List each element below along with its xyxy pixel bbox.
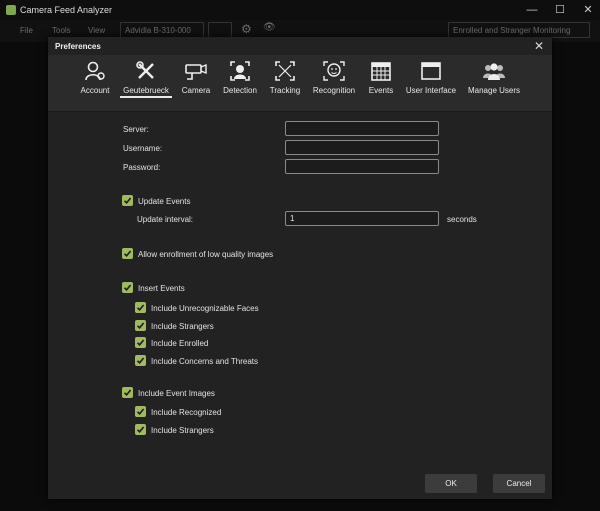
checkmark-icon bbox=[136, 426, 145, 433]
update-interval-label: Update interval: bbox=[137, 215, 194, 224]
tab-events-label: Events bbox=[368, 86, 394, 95]
allow-low-quality-label: Allow enrollment of low quality images bbox=[138, 250, 274, 259]
calendar-icon bbox=[371, 62, 391, 81]
camera-select[interactable]: Advidia B-310-000 bbox=[120, 22, 204, 38]
include-concerns-label: Include Concerns and Threats bbox=[151, 357, 259, 366]
include-event-images-checkbox[interactable] bbox=[122, 387, 133, 398]
tab-tracking-label: Tracking bbox=[269, 86, 301, 95]
include-recognized-checkbox[interactable] bbox=[135, 406, 146, 417]
include-event-images-label: Include Event Images bbox=[138, 389, 215, 398]
include-strangers-label: Include Strangers bbox=[151, 322, 214, 331]
tab-events[interactable]: Events bbox=[366, 60, 396, 106]
insert-events-checkbox[interactable] bbox=[122, 282, 133, 293]
close-window-icon[interactable]: ✕ bbox=[574, 0, 600, 20]
checkmark-icon bbox=[123, 197, 132, 204]
checkmark-icon bbox=[136, 408, 145, 415]
checkmark-icon bbox=[123, 284, 132, 291]
users-icon bbox=[483, 63, 505, 80]
tab-manage-users[interactable]: Manage Users bbox=[466, 60, 522, 106]
tab-account-label: Account bbox=[80, 86, 110, 95]
account-icon bbox=[85, 61, 105, 81]
tab-recognition[interactable]: Recognition bbox=[310, 60, 358, 106]
camera-icon bbox=[185, 63, 207, 80]
detection-icon bbox=[230, 61, 250, 81]
checkmark-icon bbox=[123, 389, 132, 396]
maximize-icon[interactable]: ☐ bbox=[546, 0, 574, 20]
update-interval-unit: seconds bbox=[447, 215, 477, 224]
tracking-icon bbox=[275, 61, 295, 81]
toolbar-divider bbox=[48, 111, 552, 112]
update-interval-input[interactable] bbox=[285, 211, 439, 226]
update-events-label: Update Events bbox=[138, 197, 191, 206]
cancel-button[interactable]: Cancel bbox=[493, 474, 545, 493]
username-input[interactable] bbox=[285, 140, 439, 155]
mode-select[interactable]: Enrolled and Stranger Monitoring bbox=[448, 22, 590, 38]
eye-icon[interactable]: 👁 bbox=[263, 22, 276, 33]
checkmark-icon bbox=[123, 250, 132, 257]
menu-tools[interactable]: Tools bbox=[52, 26, 71, 35]
include-enrolled-label: Include Enrolled bbox=[151, 339, 209, 348]
recognition-icon bbox=[323, 61, 345, 81]
include-strangers-images-checkbox[interactable] bbox=[135, 424, 146, 435]
tab-account[interactable]: Account bbox=[78, 60, 112, 106]
minimize-icon[interactable]: — bbox=[518, 0, 546, 20]
server-input[interactable] bbox=[285, 121, 439, 136]
tools-icon bbox=[136, 61, 154, 79]
app-logo-icon bbox=[6, 5, 16, 15]
include-strangers-images-label: Include Strangers bbox=[151, 426, 214, 435]
checkmark-icon bbox=[136, 304, 145, 311]
tab-manage-users-label: Manage Users bbox=[467, 86, 521, 95]
include-recognized-label: Include Recognized bbox=[151, 408, 222, 417]
password-input[interactable] bbox=[285, 159, 439, 174]
include-enrolled-checkbox[interactable] bbox=[135, 337, 146, 348]
include-unrecognizable-label: Include Unrecognizable Faces bbox=[151, 304, 259, 313]
menu-view[interactable]: View bbox=[88, 26, 105, 35]
close-icon[interactable]: ✕ bbox=[534, 39, 544, 53]
preferences-dialog: Preferences ✕ Account Geutebrueck Camera… bbox=[48, 37, 552, 499]
include-unrecognizable-checkbox[interactable] bbox=[135, 302, 146, 313]
username-label: Username: bbox=[123, 144, 163, 153]
tab-tracking[interactable]: Tracking bbox=[268, 60, 302, 106]
tab-geutebrueck[interactable]: Geutebrueck bbox=[120, 60, 172, 106]
tab-recognition-label: Recognition bbox=[312, 86, 356, 95]
gear-icon[interactable]: ⚙ bbox=[241, 22, 252, 36]
checkmark-icon bbox=[136, 322, 145, 329]
allow-low-quality-checkbox[interactable] bbox=[122, 248, 133, 259]
checkmark-icon bbox=[136, 339, 145, 346]
app-title: Camera Feed Analyzer bbox=[20, 5, 113, 15]
window-icon bbox=[421, 62, 441, 80]
tab-detection-label: Detection bbox=[223, 86, 257, 95]
secondary-select[interactable] bbox=[208, 22, 232, 38]
tab-user-interface-label: User Interface bbox=[405, 86, 457, 95]
include-strangers-checkbox[interactable] bbox=[135, 320, 146, 331]
password-label: Password: bbox=[123, 163, 161, 172]
tab-geutebrueck-label: Geutebrueck bbox=[120, 86, 172, 98]
tab-camera[interactable]: Camera bbox=[180, 60, 212, 106]
tab-detection[interactable]: Detection bbox=[220, 60, 260, 106]
include-concerns-checkbox[interactable] bbox=[135, 355, 146, 366]
preferences-tabbar: Account Geutebrueck Camera Detection Tra… bbox=[48, 55, 552, 111]
tab-camera-label: Camera bbox=[181, 86, 211, 95]
menu-file[interactable]: File bbox=[20, 26, 33, 35]
tab-user-interface[interactable]: User Interface bbox=[404, 60, 458, 106]
update-events-checkbox[interactable] bbox=[122, 195, 133, 206]
insert-events-label: Insert Events bbox=[138, 284, 185, 293]
server-label: Server: bbox=[123, 125, 149, 134]
ok-button[interactable]: OK bbox=[425, 474, 477, 493]
checkmark-icon bbox=[136, 357, 145, 364]
dialog-title: Preferences bbox=[55, 42, 101, 51]
app-titlebar: Camera Feed Analyzer — ☐ ✕ bbox=[0, 0, 600, 20]
